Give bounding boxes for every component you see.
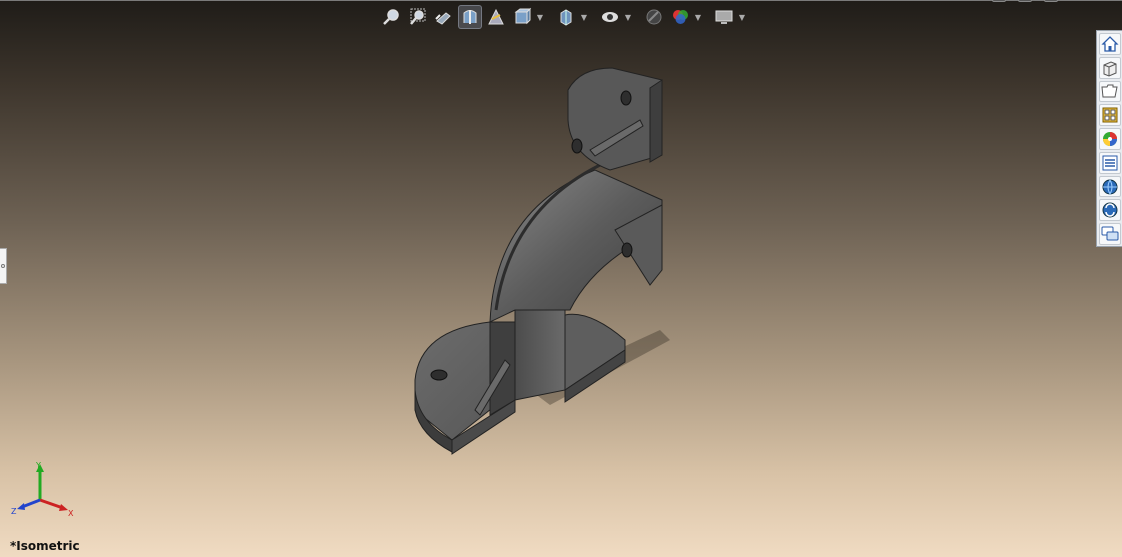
view-orientation-label: *Isometric [10,539,80,553]
triad-z-axis [21,498,41,509]
forum-globe-icon [1102,179,1117,195]
dynamic-annotation-button[interactable] [484,5,508,29]
graphics-area[interactable]: ▼ ▼ ▼ ▼ ▼ Y X Z *Isometric [0,0,1122,557]
tab-custom-properties[interactable] [1098,151,1121,174]
tab-toolbox[interactable] [1098,199,1121,222]
triad-x-label: X [68,509,74,518]
folder-icon [1100,84,1118,98]
reference-triad: Y X Z [11,461,74,518]
upper-block-face [567,67,663,171]
upper-hole-1 [620,90,632,106]
view-settings-icon [715,10,733,24]
base-hole [430,369,448,381]
triad-z-label: Z [11,507,17,516]
display-style-button[interactable] [554,5,578,29]
zoom-to-fit-icon [383,9,399,25]
window-minimize-control[interactable] [992,0,1006,2]
view-settings-button[interactable] [712,5,736,29]
appearances-scenes-icon [1102,132,1117,147]
window-close-control[interactable] [1044,0,1058,2]
refresh-globe-icon [1102,202,1117,218]
custom-properties-icon [1102,155,1117,171]
tab-design-library[interactable] [1098,56,1121,79]
tab-view-palette[interactable] [1098,104,1121,127]
part-model[interactable] [400,60,680,460]
hide-show-items-button[interactable] [598,5,622,29]
edit-appearance-icon [646,9,662,25]
hide-show-items-dropdown[interactable]: ▼ [624,5,632,29]
heads-up-view-toolbar: ▼ ▼ ▼ ▼ ▼ [380,4,746,30]
display-style-icon [560,9,572,26]
previous-view-button[interactable] [432,5,456,29]
feature-manager-collapse-handle[interactable] [0,248,7,284]
previous-view-icon [435,12,451,25]
view-orientation-icon [514,7,532,25]
dynamic-annotation-icon [488,8,504,25]
triad-x-axis [39,498,64,510]
hide-show-items-icon [602,12,618,22]
edit-appearance-button[interactable] [642,5,666,29]
zoom-to-area-button[interactable] [406,5,430,29]
zoom-to-fit-button[interactable] [380,5,404,29]
tab-solidworks-resources[interactable] [1098,33,1121,55]
display-style-dropdown[interactable]: ▼ [580,5,588,29]
triad-y-label: Y [35,461,41,470]
frame-border [0,0,1122,1]
section-view-button[interactable] [458,5,482,29]
task-pane-tabs [1096,30,1122,247]
upper-hole-2 [571,138,583,154]
view-orientation-button[interactable] [510,5,534,29]
pillar-front-face [514,304,566,401]
tab-solidworks-forum[interactable] [1098,175,1121,198]
tab-appearances-scenes[interactable] [1098,128,1121,150]
section-view-icon [463,10,477,24]
zoom-to-area-icon [410,8,426,25]
side-block-hole [621,242,633,258]
view-orientation-dropdown[interactable]: ▼ [536,5,544,29]
chat-bubbles-icon [1101,226,1118,241]
view-palette-icon [1102,107,1117,123]
upper-block-side [649,79,663,163]
home-icon [1100,35,1119,52]
tab-discussion[interactable] [1098,223,1121,246]
view-settings-dropdown[interactable]: ▼ [738,5,746,29]
tab-file-explorer[interactable] [1098,80,1121,103]
window-restore-control[interactable] [1018,0,1032,2]
apply-scene-dropdown[interactable]: ▼ [694,5,702,29]
apply-scene-icon [673,10,688,24]
design-library-icon [1103,61,1116,77]
apply-scene-button[interactable] [668,5,692,29]
